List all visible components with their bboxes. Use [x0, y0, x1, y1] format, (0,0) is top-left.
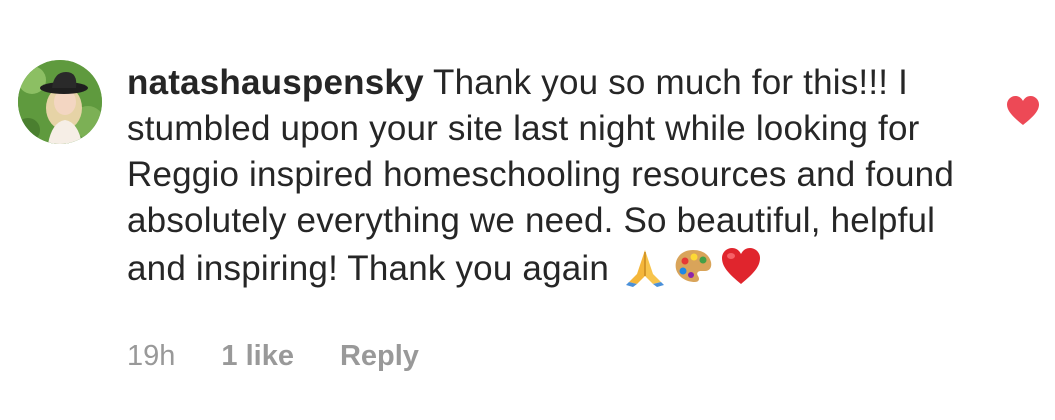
- like-heart-icon[interactable]: [1006, 95, 1040, 127]
- avatar[interactable]: [18, 60, 102, 144]
- reply-button[interactable]: Reply: [340, 340, 419, 373]
- comment-meta: 19h 1 like Reply: [127, 340, 419, 373]
- red-heart-icon: [719, 244, 763, 288]
- comment: natashauspensky Thank you so much for th…: [0, 0, 1055, 420]
- comment-body: natashauspensky Thank you so much for th…: [127, 60, 977, 292]
- folded-hands-icon: [623, 244, 667, 288]
- timestamp: 19h: [127, 340, 176, 372]
- artist-palette-icon: [671, 244, 715, 288]
- avatar-image: [18, 60, 102, 144]
- username[interactable]: natashauspensky: [127, 63, 424, 102]
- likes-count[interactable]: 1 like: [221, 340, 294, 373]
